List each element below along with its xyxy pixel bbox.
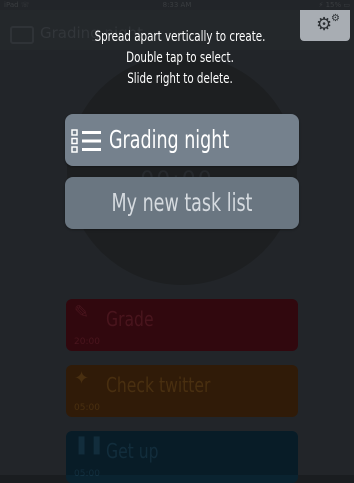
instructions: Spread apart vertically to create. Doubl… [40, 27, 320, 90]
instruction-delete: Slide right to delete. [127, 71, 233, 87]
list-item-grading-night[interactable]: Grading night [65, 114, 299, 166]
instruction-select: Double tap to select. [126, 50, 234, 66]
list-item-my-new-task-list[interactable]: My new task list [65, 177, 299, 229]
status-time: 8:33 AM [162, 1, 192, 9]
list-label: My new task list [111, 188, 253, 217]
instruction-create: Spread apart vertically to create. [94, 29, 266, 45]
list-icon [71, 129, 101, 153]
status-bar: iPad ☏ 8:33 AM ⚡ 15% ▭ [0, 0, 354, 10]
gear-small-icon: ⚙ [331, 13, 340, 24]
list-label: Grading night [109, 125, 230, 154]
battery-indicator: ⚡ 15% ▭ [318, 1, 350, 9]
